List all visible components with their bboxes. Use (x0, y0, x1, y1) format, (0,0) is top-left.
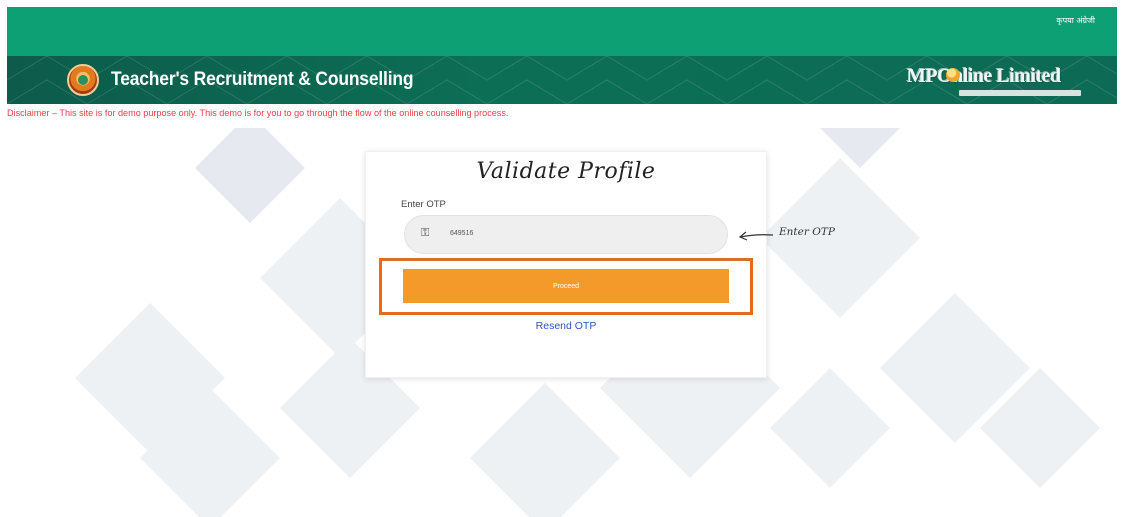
otp-input-value: 649516 (450, 230, 474, 237)
key-icon: ⚿ (421, 227, 430, 239)
mponline-logo: MPOnline Limited (907, 65, 1085, 97)
mponline-logo-text: MPOnline Limited (907, 65, 1061, 87)
card-title: Validate Profile (476, 159, 656, 184)
logo-tagline-strip (959, 90, 1081, 96)
language-switch[interactable]: कृपया अंग्रेजी (1055, 15, 1095, 26)
otp-input[interactable]: ⚿ 649516 (404, 215, 728, 254)
proceed-highlight-box (379, 258, 753, 315)
resend-otp-link[interactable]: Resend OTP (366, 320, 766, 332)
top-bar: कृपया अंग्रेजी (7, 7, 1117, 56)
site-title: Teacher's Recruitment & Counselling (111, 69, 414, 90)
disclaimer-text: Disclaimer – This site is for demo purpo… (7, 108, 509, 118)
enter-otp-hint: Enter OTP (779, 226, 835, 238)
mp-emblem-icon (67, 64, 99, 96)
otp-label: Enter OTP (401, 199, 446, 210)
logo-sun-icon (946, 68, 960, 82)
site-header: Teacher's Recruitment & Counselling MPOn… (7, 56, 1117, 104)
